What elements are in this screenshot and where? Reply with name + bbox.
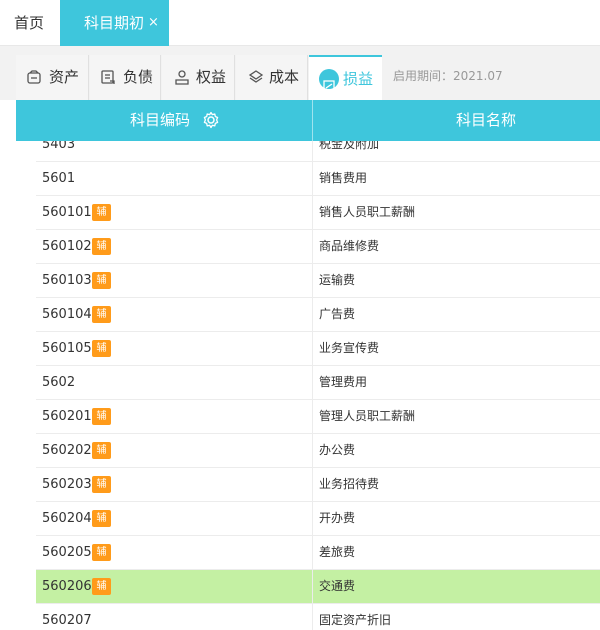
column-divider <box>312 264 313 298</box>
auxiliary-badge[interactable]: 辅 <box>92 476 111 493</box>
tab-cost-label: 成本 <box>269 68 300 86</box>
table-row[interactable]: 560205 辅 差旅费 <box>36 536 600 570</box>
account-name: 开办费 <box>319 511 356 525</box>
table-header: 科目编码 科目名称 <box>16 100 600 141</box>
tab-account-opening[interactable]: 科目期初 × <box>60 0 169 46</box>
account-code: 560202 <box>42 443 92 458</box>
table-row[interactable]: 560201 辅 管理人员职工薪酬 <box>36 400 600 434</box>
column-divider <box>312 434 313 468</box>
account-name: 办公费 <box>319 443 356 457</box>
tab-cost[interactable]: 成本 <box>236 55 308 100</box>
account-code: 560205 <box>42 545 92 560</box>
account-code: 560101 <box>42 205 92 220</box>
table-row[interactable]: 560207 固定资产折旧 <box>36 604 600 630</box>
column-divider <box>312 536 313 570</box>
auxiliary-badge[interactable]: 辅 <box>92 340 111 357</box>
column-divider <box>312 468 313 502</box>
table-row[interactable]: 560103 辅 运输费 <box>36 264 600 298</box>
close-icon[interactable]: × <box>148 0 159 46</box>
column-divider <box>312 604 313 630</box>
account-name: 业务招待费 <box>319 477 380 491</box>
account-code: 560201 <box>42 409 92 424</box>
account-code: 5403 <box>42 141 76 152</box>
account-code: 560104 <box>42 307 92 322</box>
table-row[interactable]: 560202 辅 办公费 <box>36 434 600 468</box>
column-divider <box>312 162 313 196</box>
table-row[interactable]: 5602 管理费用 <box>36 366 600 400</box>
header-divider <box>312 100 313 141</box>
tab-profit-loss-label: 损益 <box>343 70 374 88</box>
account-code: 5602 <box>42 375 76 390</box>
column-divider <box>312 298 313 332</box>
account-code: 5601 <box>42 171 76 186</box>
table-row[interactable]: 560101 辅 销售人员职工薪酬 <box>36 196 600 230</box>
account-name: 广告费 <box>319 307 356 321</box>
table-row[interactable]: 560105 辅 业务宣传费 <box>36 332 600 366</box>
account-name: 业务宣传费 <box>319 341 380 355</box>
account-name: 运输费 <box>319 273 356 287</box>
account-name: 管理人员职工薪酬 <box>319 409 416 423</box>
table-row[interactable]: 560102 辅 商品维修费 <box>36 230 600 264</box>
auxiliary-badge[interactable]: 辅 <box>92 544 111 561</box>
account-name: 销售费用 <box>319 171 368 185</box>
tab-home[interactable]: 首页 <box>0 0 58 46</box>
table-row[interactable]: 560203 辅 业务招待费 <box>36 468 600 502</box>
table-row[interactable]: 560204 辅 开办费 <box>36 502 600 536</box>
auxiliary-badge[interactable]: 辅 <box>92 204 111 221</box>
tab-equity[interactable]: 权益 <box>162 55 235 100</box>
column-divider <box>312 400 313 434</box>
column-header-name: 科目名称 <box>456 111 517 129</box>
account-name: 管理费用 <box>319 375 368 389</box>
table-row[interactable]: 5601 销售费用 <box>36 162 600 196</box>
account-code: 560103 <box>42 273 92 288</box>
account-code: 560207 <box>42 613 92 628</box>
tab-account-opening-label: 科目期初 <box>84 14 145 32</box>
column-divider <box>312 366 313 400</box>
gear-icon[interactable] <box>202 111 220 129</box>
table-row[interactable]: 560206 辅 交通费 <box>36 570 600 604</box>
top-tab-bar: 首页 科目期初 × <box>0 0 600 46</box>
column-divider <box>312 570 313 604</box>
account-name: 税金及附加 <box>319 141 380 151</box>
enable-period-label: 启用期间：2021.07 <box>393 69 503 83</box>
column-divider <box>312 230 313 264</box>
account-name: 交通费 <box>319 579 356 593</box>
wallet-icon <box>27 70 41 84</box>
account-name: 销售人员职工薪酬 <box>319 205 416 219</box>
account-code: 560102 <box>42 239 92 254</box>
chart-icon <box>319 69 339 92</box>
auxiliary-badge[interactable]: 辅 <box>92 442 111 459</box>
document-icon <box>101 70 115 84</box>
column-divider <box>312 332 313 366</box>
column-divider <box>312 141 313 162</box>
table-body[interactable]: 5403 税金及附加 5601 销售费用 560101 辅销售人员职工薪酬 560102 辅商… <box>36 141 600 630</box>
auxiliary-badge[interactable]: 辅 <box>92 306 111 323</box>
tab-liabilities[interactable]: 负债 <box>90 55 161 100</box>
account-code: 560206 <box>42 579 92 594</box>
table-row[interactable]: 560104 辅 广告费 <box>36 298 600 332</box>
tab-assets-label: 资产 <box>49 68 80 86</box>
account-name: 差旅费 <box>319 545 356 559</box>
column-divider <box>312 502 313 536</box>
account-code: 560204 <box>42 511 92 526</box>
account-code: 560105 <box>42 341 92 356</box>
layers-icon <box>248 70 264 83</box>
auxiliary-badge[interactable]: 辅 <box>92 408 111 425</box>
account-name: 商品维修费 <box>319 239 380 253</box>
tab-liabilities-label: 负债 <box>123 68 154 86</box>
auxiliary-badge[interactable]: 辅 <box>92 578 111 595</box>
tab-assets[interactable]: 资产 <box>16 55 89 100</box>
account-name: 固定资产折旧 <box>319 613 392 627</box>
category-tabs: 资产 负债 权益 成本 损益 <box>16 55 600 100</box>
column-header-code: 科目编码 <box>130 111 191 129</box>
column-divider <box>312 196 313 230</box>
auxiliary-badge[interactable]: 辅 <box>92 510 111 527</box>
tab-profit-loss[interactable]: 损益 <box>309 55 382 100</box>
auxiliary-badge[interactable]: 辅 <box>92 238 111 255</box>
tab-equity-label: 权益 <box>196 68 227 86</box>
auxiliary-badge[interactable]: 辅 <box>92 272 111 289</box>
account-code: 560203 <box>42 477 92 492</box>
table-row[interactable]: 5403 税金及附加 <box>36 141 600 162</box>
person-icon <box>175 70 189 85</box>
